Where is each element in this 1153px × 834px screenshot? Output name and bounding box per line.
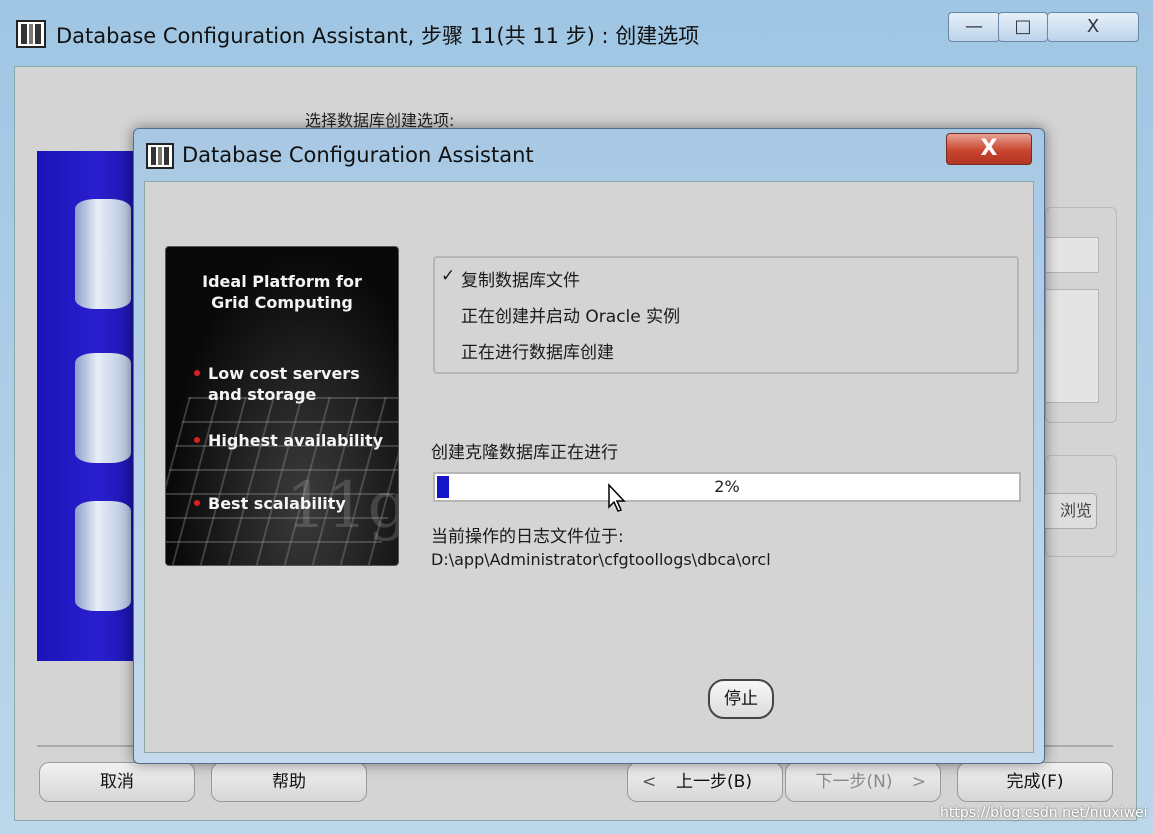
dialog-close-button[interactable]: X [946,133,1032,165]
help-button[interactable]: 帮助 [211,762,367,802]
banner-bullet: Best scalability [194,493,393,514]
database-disk-icon [75,199,131,309]
main-window-title: Database Configuration Assistant, 步骤 11(… [56,24,700,48]
banner-heading-line: Grid Computing [211,293,353,312]
banner-bullet: Highest availability [194,430,393,451]
option-field[interactable] [1045,289,1099,403]
maximize-icon: □ [1014,16,1032,37]
chevron-left-icon: < [642,772,657,792]
mouse-cursor-icon [608,483,626,512]
steps-list: ✓ 复制数据库文件 正在创建并启动 Oracle 实例 正在进行数据库创建 [433,256,1019,374]
close-icon: X [1086,16,1100,37]
oracle-11g-banner: 11g Ideal Platform for Grid Computing Lo… [165,246,399,566]
dialog-body: 11g Ideal Platform for Grid Computing Lo… [144,181,1034,753]
checkmark-icon: ✓ [441,266,456,286]
bullet-text: Low cost servers [208,364,360,383]
stop-button[interactable]: 停止 [708,679,774,719]
watermark: https://blog.csdn.net/niuxiwei [940,805,1148,821]
log-location-label: 当前操作的日志文件位于: [431,527,624,547]
progress-bar: 2% [433,472,1021,502]
option-field[interactable] [1045,237,1099,273]
maximize-button[interactable]: □ [998,12,1048,42]
log-path: D:\app\Administrator\cfgtoollogs\dbca\or… [431,550,771,569]
close-icon: X [980,136,998,161]
app-icon [146,143,174,169]
database-disk-icon [75,353,131,463]
finish-button[interactable]: 完成(F) [957,762,1113,802]
banner-heading: Ideal Platform for Grid Computing [166,271,398,313]
progress-dialog: Database Configuration Assistant X 11g I… [133,128,1045,764]
step-label: 复制数据库文件 [461,271,580,291]
dialog-title: Database Configuration Assistant [182,143,534,167]
banner-heading-line: Ideal Platform for [202,272,362,291]
banner-bullet: Low cost servers and storage [194,363,393,405]
wizard-side-image [37,151,137,661]
back-button-label: 上一步(B) [676,772,752,792]
step-label: 正在进行数据库创建 [461,343,614,363]
step-item: 正在进行数据库创建 [461,338,614,363]
app-icon [16,20,46,48]
step-label: 正在创建并启动 Oracle 实例 [461,307,681,327]
next-button-label: 下一步(N) [815,772,893,792]
chevron-right-icon: > [911,772,926,792]
close-button[interactable]: X [1047,12,1139,42]
browse-button[interactable]: 浏览 [1041,493,1097,529]
step-item: ✓ 复制数据库文件 [441,266,580,291]
minimize-icon: — [965,16,983,37]
bullet-icon [194,437,200,443]
bullet-text: Best scalability [208,494,346,513]
step-item: 正在创建并启动 Oracle 实例 [461,302,680,327]
back-button[interactable]: < 上一步(B) [627,762,783,802]
database-disk-icon [75,501,131,611]
main-titlebar[interactable]: Database Configuration Assistant, 步骤 11(… [0,0,1153,66]
progress-percent: 2% [714,477,740,496]
progress-label: 创建克隆数据库正在进行 [431,443,618,463]
cancel-button[interactable]: 取消 [39,762,195,802]
bullet-text: and storage [208,385,317,404]
bullet-icon [194,500,200,506]
bullet-icon [194,370,200,376]
minimize-button[interactable]: — [948,12,1000,42]
bullet-text: Highest availability [208,431,384,450]
next-button[interactable]: 下一步(N) > [785,762,941,802]
